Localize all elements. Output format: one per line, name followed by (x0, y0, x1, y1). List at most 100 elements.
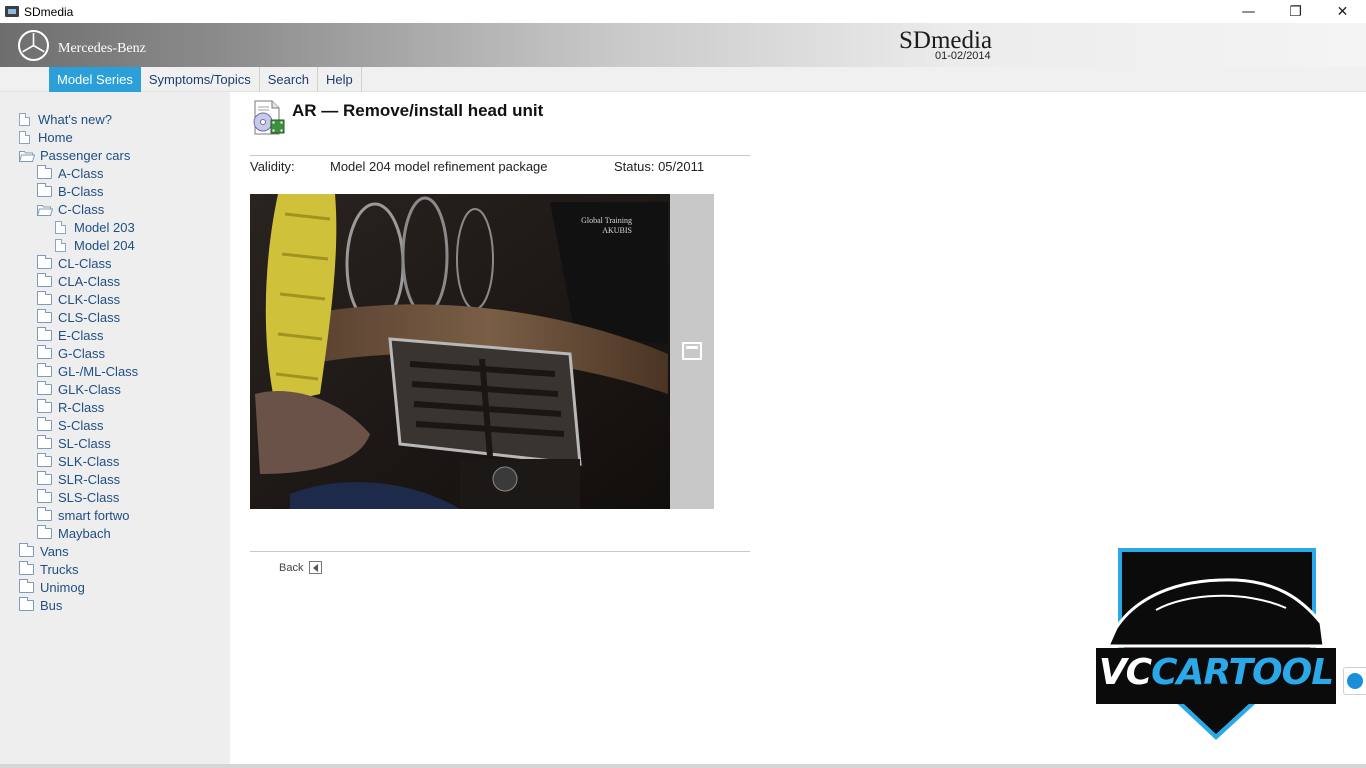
tree-item-label: CL-Class (58, 255, 112, 271)
tree-item-e-class[interactable]: E-Class (37, 326, 104, 344)
tree-item-gl-ml-class[interactable]: GL-/ML-Class (37, 362, 138, 380)
tree-item-smart-fortwo[interactable]: smart fortwo (37, 506, 130, 524)
folder-icon (37, 488, 52, 503)
tree-item-label: SLS-Class (58, 489, 120, 505)
tree-item-a-class[interactable]: A-Class (37, 164, 104, 182)
back-button[interactable]: Back (279, 561, 323, 574)
tree-item-label: Maybach (58, 525, 111, 541)
restore-button[interactable]: ❐ (1272, 0, 1319, 23)
tree-item-label: Passenger cars (40, 147, 131, 163)
tree-item-whats-new[interactable]: What's new? (19, 110, 112, 128)
tree-item-label: smart fortwo (58, 507, 130, 523)
tree-item-home[interactable]: Home (19, 128, 73, 146)
fullscreen-button[interactable] (682, 342, 702, 360)
tab-symptoms-topics[interactable]: Symptoms/Topics (141, 67, 260, 92)
tree-item-sls-class[interactable]: SLS-Class (37, 488, 119, 506)
tree-item-glk-class[interactable]: GLK-Class (37, 380, 121, 398)
tree-item-label: R-Class (58, 399, 105, 415)
tree-item-model-204[interactable]: Model 204 (55, 236, 135, 254)
window-title: SDmedia (24, 4, 74, 19)
video-caption-line: Global Training (581, 216, 632, 225)
document-icon (19, 112, 30, 126)
minimize-button[interactable]: — (1225, 0, 1272, 23)
mercedes-star-icon (18, 30, 49, 61)
folder-icon (19, 542, 34, 557)
arrow-left-icon (309, 561, 323, 574)
folder-icon (37, 326, 52, 341)
folder-icon (19, 596, 34, 611)
tree-item-cl-class[interactable]: CL-Class (37, 254, 111, 272)
tree-item-label: Unimog (40, 579, 85, 595)
tree-item-s-class[interactable]: S-Class (37, 416, 104, 434)
app-icon (5, 6, 19, 17)
back-label: Back (279, 561, 304, 574)
validity-label: Validity: (250, 159, 295, 174)
tree-item-slk-class[interactable]: SLK-Class (37, 452, 119, 470)
tree-item-g-class[interactable]: G-Class (37, 344, 105, 362)
nav-tabs: Model Series Symptoms/Topics Search Help (49, 67, 362, 92)
folder-icon (37, 362, 52, 377)
tab-help[interactable]: Help (318, 67, 362, 92)
folder-icon (37, 452, 52, 467)
folder-icon (37, 290, 52, 305)
document-icon (55, 220, 66, 234)
tree-item-trucks[interactable]: Trucks (19, 560, 79, 578)
tab-model-series[interactable]: Model Series (49, 67, 141, 92)
page-title: AR — Remove/install head unit (292, 101, 544, 120)
folder-icon (37, 308, 52, 323)
tree-item-unimog[interactable]: Unimog (19, 578, 85, 596)
video-player[interactable]: Global Training AKUBIS (250, 194, 670, 509)
tree-item-label: SLK-Class (58, 453, 120, 469)
brand-name: Mercedes-Benz (58, 41, 146, 56)
document-icon (55, 238, 66, 252)
tree-item-bus[interactable]: Bus (19, 596, 62, 614)
tree-item-label: Vans (40, 543, 69, 559)
release-date: 01-02/2014 (935, 50, 991, 62)
tree-item-c-class[interactable]: C-Class (36, 200, 104, 218)
tree-item-model-203[interactable]: Model 203 (55, 218, 135, 236)
folder-icon (37, 272, 52, 287)
tree-item-cla-class[interactable]: CLA-Class (37, 272, 120, 290)
vccartool-watermark-logo: VCCARTOOL (1096, 548, 1336, 744)
divider (250, 155, 750, 156)
folder-open-icon (36, 204, 54, 216)
remote-support-icon[interactable] (1343, 667, 1366, 695)
logo-badge-icon (1096, 548, 1336, 740)
tree-item-label: S-Class (58, 417, 104, 433)
folder-icon (37, 470, 52, 485)
folder-open-icon (18, 150, 36, 162)
logo-text-part: CARTOOL (1151, 652, 1334, 693)
tree-item-label: Trucks (40, 561, 79, 577)
close-button[interactable]: ✕ (1319, 0, 1366, 23)
tree-item-cls-class[interactable]: CLS-Class (37, 308, 120, 326)
folder-icon (37, 398, 52, 413)
tree-item-r-class[interactable]: R-Class (37, 398, 104, 416)
tree-item-clk-class[interactable]: CLK-Class (37, 290, 120, 308)
tab-search[interactable]: Search (260, 67, 318, 92)
tree-item-label: E-Class (58, 327, 104, 343)
taskbar-strip (0, 764, 1366, 768)
tree-item-label: Home (38, 129, 73, 145)
tree-item-b-class[interactable]: B-Class (37, 182, 104, 200)
video-document-icon (250, 100, 286, 136)
folder-icon (37, 182, 52, 197)
tree-item-label: B-Class (58, 183, 104, 199)
folder-icon (37, 524, 52, 539)
tree-item-passenger-cars[interactable]: Passenger cars (18, 146, 131, 164)
tree-item-label: Model 204 (74, 237, 135, 253)
sidebar-tree: What's new? Home Passenger cars A-Class … (0, 92, 230, 768)
folder-icon (19, 578, 34, 593)
divider (250, 551, 750, 552)
logo-text-part: VC (1098, 652, 1152, 693)
tree-item-slr-class[interactable]: SLR-Class (37, 470, 120, 488)
tree-item-maybach[interactable]: Maybach (37, 524, 111, 542)
validity-value: Model 204 model refinement package (330, 159, 548, 174)
window-controls: — ❐ ✕ (1225, 0, 1366, 23)
app-header: Mercedes-Benz SDmedia 01-02/2014 (0, 23, 1366, 67)
tree-item-label: G-Class (58, 345, 105, 361)
tree-item-label: GLK-Class (58, 381, 121, 397)
video-caption: Global Training AKUBIS (581, 216, 632, 236)
tree-item-sl-class[interactable]: SL-Class (37, 434, 111, 452)
tree-item-vans[interactable]: Vans (19, 542, 69, 560)
tree-item-label: SL-Class (58, 435, 111, 451)
